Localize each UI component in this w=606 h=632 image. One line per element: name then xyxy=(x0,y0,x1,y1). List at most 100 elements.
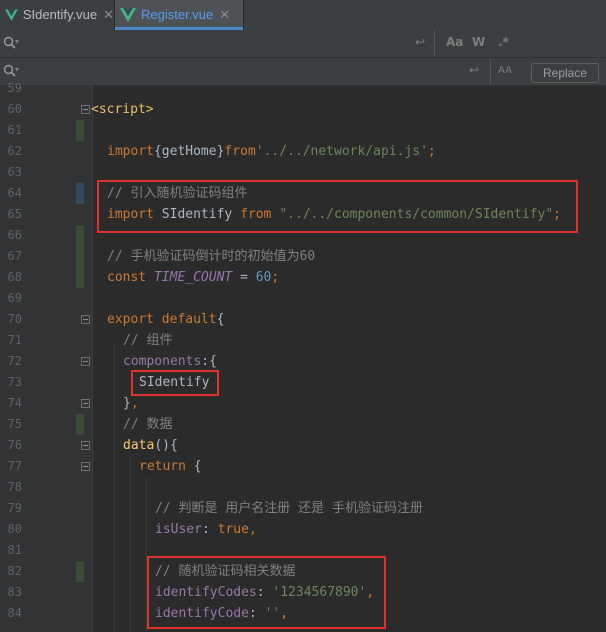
code-text: components:{ xyxy=(123,354,217,369)
highlight-box-data xyxy=(147,556,386,629)
close-icon[interactable]: ✕ xyxy=(219,7,230,23)
code-line: 68 const TIME_COUNT = 60; xyxy=(0,267,606,288)
comment-token: // 手机验证码倒计时的初始值为60 xyxy=(107,249,316,264)
comment-token: // 判断是 用户名注册 还是 手机验证码注册 xyxy=(155,501,423,516)
fold-icon[interactable] xyxy=(81,105,90,114)
line-number: 64 xyxy=(7,186,22,200)
constant-token: TIME_COUNT xyxy=(153,270,233,285)
tab-register-vue[interactable]: Register.vue ✕ xyxy=(115,0,244,30)
code-line: 61 xyxy=(0,120,606,141)
code-text: }, xyxy=(123,396,139,411)
highlight-box-component xyxy=(131,370,219,396)
line-number: 73 xyxy=(7,375,22,389)
line-number: 81 xyxy=(7,543,22,557)
line-number: 61 xyxy=(7,123,22,137)
keyword-token: return xyxy=(139,459,186,474)
line-number: 72 xyxy=(7,354,22,368)
code-text: import{getHome}from'../../network/api.js… xyxy=(107,144,436,159)
chevron-down-icon[interactable]: ▾ xyxy=(15,65,19,74)
code-line: 62 import{getHome}from'../../network/api… xyxy=(0,141,606,162)
chevron-down-icon[interactable]: ▾ xyxy=(15,37,19,46)
code-line: 80 isUser: true, xyxy=(0,519,606,540)
code-text: const TIME_COUNT = 60; xyxy=(107,270,280,285)
function-token: data xyxy=(123,438,155,453)
whole-word-toggle[interactable]: W xyxy=(472,35,485,49)
keyword-token: const xyxy=(107,270,147,285)
property-token: components xyxy=(123,354,202,369)
new-line-icon[interactable]: ↩ xyxy=(415,35,425,49)
close-icon[interactable]: ✕ xyxy=(103,7,114,23)
comment-token: // 组件 xyxy=(123,333,173,348)
vue-icon xyxy=(5,8,18,21)
line-number: 77 xyxy=(7,459,22,473)
preserve-case-toggle[interactable]: AA xyxy=(498,65,512,76)
keyword-token: default xyxy=(161,312,217,327)
keyword-token: true xyxy=(217,522,249,537)
line-number: 84 xyxy=(7,606,22,620)
string-token: '../../network/api.js' xyxy=(255,144,428,159)
code-line: 72 components:{ xyxy=(0,351,606,372)
code-line: 74 }, xyxy=(0,393,606,414)
find-bar: ▾ ↩ Aa W .* xyxy=(0,30,606,58)
line-number: 75 xyxy=(7,417,22,431)
tab-label: Register.vue xyxy=(141,7,214,22)
code-line: 71 // 组件 xyxy=(0,330,606,351)
code-line: 67 // 手机验证码倒计时的初始值为60 xyxy=(0,246,606,267)
code-line: 59 xyxy=(0,78,606,99)
line-number: 71 xyxy=(7,333,22,347)
search-input[interactable]: ▾ ↩ xyxy=(0,30,435,57)
code-line: 77 return { xyxy=(0,456,606,477)
code-line: 76 data(){ xyxy=(0,435,606,456)
new-line-icon[interactable]: ↩ xyxy=(469,63,479,77)
code-line: 69 xyxy=(0,288,606,309)
tab-label: SIdentify.vue xyxy=(22,7,98,22)
line-number: 82 xyxy=(7,564,22,578)
match-case-toggle[interactable]: Aa xyxy=(446,35,463,49)
line-number: 70 xyxy=(7,312,22,326)
line-number: 63 xyxy=(7,165,22,179)
fold-icon[interactable] xyxy=(81,462,90,471)
code-line: 78 xyxy=(0,477,606,498)
code-text: return { xyxy=(139,459,202,474)
keyword-token: import xyxy=(107,144,154,159)
line-number: 78 xyxy=(7,480,22,494)
number-token: 60 xyxy=(255,270,272,285)
regex-toggle[interactable]: .* xyxy=(498,35,509,49)
code-text: <script> xyxy=(91,102,154,117)
line-number: 79 xyxy=(7,501,22,515)
line-number: 67 xyxy=(7,249,22,263)
keyword-token: from xyxy=(224,144,256,159)
fold-icon[interactable] xyxy=(81,441,90,450)
line-number: 83 xyxy=(7,585,22,599)
line-number: 80 xyxy=(7,522,22,536)
comment-token: // 数据 xyxy=(123,417,173,432)
line-number: 69 xyxy=(7,291,22,305)
keyword-token: export xyxy=(107,312,154,327)
fold-icon[interactable] xyxy=(81,357,90,366)
code-editor[interactable]: 59 60 <script> 61 62 import{getHome}from… xyxy=(0,81,606,632)
line-number: 74 xyxy=(7,396,22,410)
editor-tab-bar: SIdentify.vue ✕ Register.vue ✕ xyxy=(0,0,606,31)
code-text: data(){ xyxy=(123,438,178,453)
property-token: isUser xyxy=(155,522,202,537)
vue-icon xyxy=(120,7,136,22)
fold-icon[interactable] xyxy=(81,315,90,324)
code-line: 60 <script> xyxy=(0,99,606,120)
line-number: 59 xyxy=(7,81,22,95)
code-text: export default{ xyxy=(107,312,225,327)
tab-sidentify-vue[interactable]: SIdentify.vue ✕ xyxy=(0,0,115,29)
code-line: 73 SIdentify xyxy=(0,372,606,393)
identifier-token: getHome xyxy=(161,144,217,159)
code-line: 75 // 数据 xyxy=(0,414,606,435)
code-line: 70 export default{ xyxy=(0,309,606,330)
line-number: 66 xyxy=(7,228,22,242)
line-number: 65 xyxy=(7,207,22,221)
fold-icon[interactable] xyxy=(81,399,90,408)
code-line: 79 // 判断是 用户名注册 还是 手机验证码注册 xyxy=(0,498,606,519)
highlight-box-import xyxy=(97,180,578,233)
line-number: 60 xyxy=(7,102,22,116)
line-number: 62 xyxy=(7,144,22,158)
line-number: 68 xyxy=(7,270,22,284)
code-text: isUser: true, xyxy=(155,522,257,537)
line-number: 76 xyxy=(7,438,22,452)
